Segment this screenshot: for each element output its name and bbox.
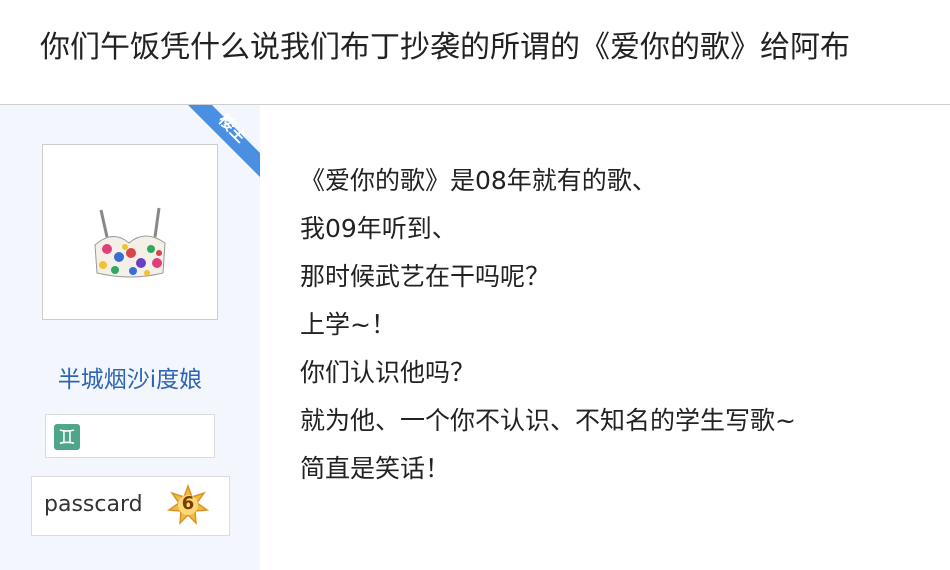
title-bar: 你们午饭凭什么说我们布丁抄袭的所谓的《爱你的歌》给阿布 — [0, 0, 950, 105]
gemini-icon: ♊ — [54, 424, 80, 450]
post-line: 简直是笑话！ — [300, 454, 451, 483]
post-container: 半城烟沙i度娘 ♊ passcard 6 楼主 《爱你的歌》是08年就有的歌、 … — [0, 105, 950, 570]
post-page: 你们午饭凭什么说我们布丁抄袭的所谓的《爱你的歌》给阿布 半城烟沙i度娘 ♊ pa… — [0, 0, 950, 570]
zodiac-badge-box: ♊ — [45, 414, 215, 458]
post-line: 那时候武艺在干吗呢？ — [300, 262, 551, 291]
post-line: 上学~！ — [300, 310, 396, 339]
post-line: 就为他、一个你不认识、不知名的学生写歌~ — [300, 406, 796, 435]
level-badge: 6 — [167, 484, 209, 526]
thread-title: 你们午饭凭什么说我们布丁抄袭的所谓的《爱你的歌》给阿布 — [40, 30, 850, 65]
louzhu-corner-badge: 楼主 — [188, 105, 260, 177]
post-line: 你们认识他吗？ — [300, 358, 476, 387]
passcard-label: passcard — [44, 492, 143, 517]
post-line: 《爱你的歌》是08年就有的歌、 — [300, 166, 657, 195]
post-line: 我09年听到、 — [300, 214, 457, 243]
author-sidebar: 半城烟沙i度娘 ♊ passcard 6 楼主 — [0, 105, 260, 570]
author-username[interactable]: 半城烟沙i度娘 — [0, 360, 260, 394]
passcard-box[interactable]: passcard 6 — [31, 476, 230, 536]
post-content: 《爱你的歌》是08年就有的歌、 我09年听到、 那时候武艺在干吗呢？ 上学~！ … — [300, 157, 920, 493]
level-number: 6 — [181, 493, 195, 514]
